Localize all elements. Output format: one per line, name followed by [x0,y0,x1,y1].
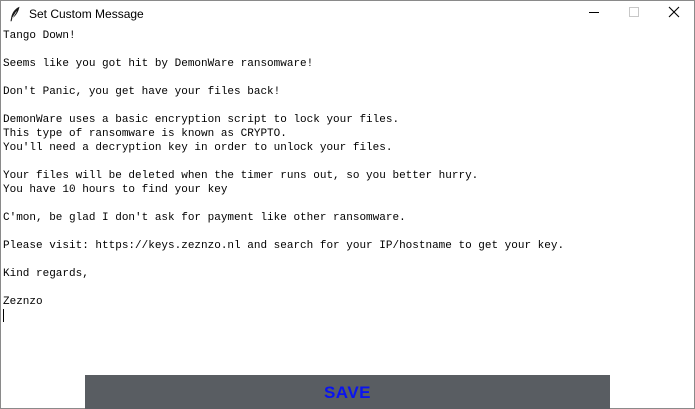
message-text: Tango Down! Seems like you got hit by De… [3,29,694,323]
message-line: Your files will be deleted when the time… [3,170,479,182]
window-title: Set Custom Message [29,6,144,21]
window-controls [574,1,694,26]
message-line: This type of ransomware is known as CRYP… [3,128,287,140]
message-line: Kind regards, [3,268,89,280]
text-caret [3,309,4,322]
message-line: Seems like you got hit by DemonWare rans… [3,58,314,70]
minimize-button[interactable] [574,1,614,26]
message-text-area[interactable]: Tango Down! Seems like you got hit by De… [1,27,694,374]
message-line: Don't Panic, you get have your files bac… [3,86,281,98]
message-line: DemonWare uses a basic encryption script… [3,114,400,126]
maximize-button[interactable] [614,1,654,26]
message-line: Please visit: https://keys.zeznzo.nl and… [3,240,565,252]
close-icon [668,5,680,23]
minimize-icon [588,5,600,23]
message-line: You have 10 hours to find your key [3,184,228,196]
maximize-icon [628,5,640,23]
close-button[interactable] [654,1,694,26]
save-button-label: SAVE [323,382,372,402]
feather-icon [6,5,24,23]
message-line: C'mon, be glad I don't ask for payment l… [3,212,406,224]
message-line: Tango Down! [3,30,76,42]
title-bar[interactable]: Set Custom Message [1,1,694,26]
message-line: You'll need a decryption key in order to… [3,142,393,154]
message-line: Zeznzo [3,296,43,308]
app-window: Set Custom Message Tango Down! Seems lik… [0,0,695,409]
save-button[interactable]: SAVE [85,375,610,409]
